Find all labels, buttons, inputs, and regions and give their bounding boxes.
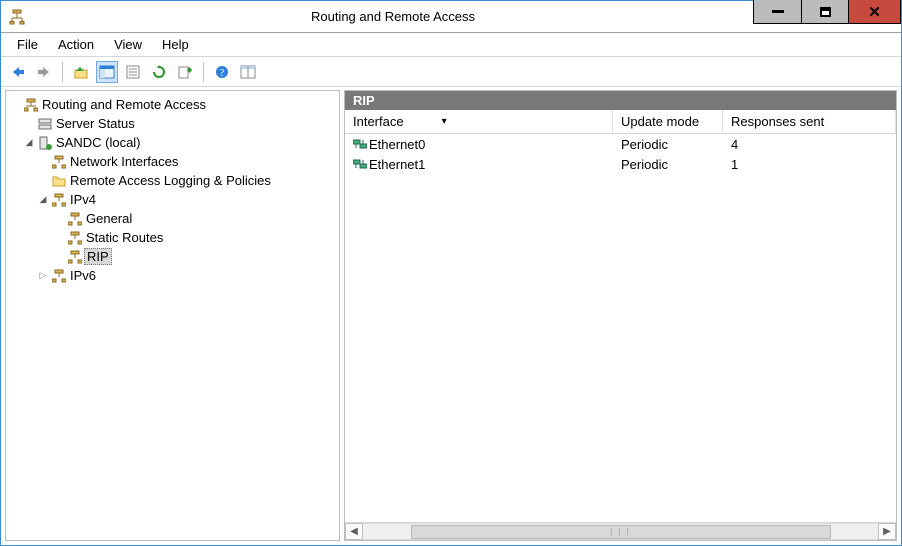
tree-remote-access-logging[interactable]: Remote Access Logging & Policies xyxy=(8,171,337,190)
table-row[interactable]: Ethernet0 Periodic4 xyxy=(345,134,896,154)
tree-label: IPv6 xyxy=(68,268,98,283)
rras-icon xyxy=(66,212,84,226)
tree-label: IPv4 xyxy=(68,192,98,207)
header-update-mode[interactable]: Update mode xyxy=(613,110,723,133)
list-view: Interface Update mode Responses sent Eth… xyxy=(345,110,896,540)
server-status-icon xyxy=(36,117,54,131)
up-one-level-button[interactable] xyxy=(70,61,92,83)
help-button[interactable]: ? xyxy=(211,61,233,83)
toolbar-separator xyxy=(203,62,204,82)
cell-update-mode: Periodic xyxy=(613,157,723,172)
tree-root[interactable]: Routing and Remote Access xyxy=(8,95,337,114)
panel-title: RIP xyxy=(345,91,896,110)
refresh-button[interactable] xyxy=(148,61,170,83)
header-label: Update mode xyxy=(621,114,699,129)
rras-icon xyxy=(50,155,68,169)
scroll-thumb[interactable]: | | | xyxy=(411,525,831,539)
rras-icon xyxy=(50,269,68,283)
header-label: Interface xyxy=(353,114,404,129)
table-row[interactable]: Ethernet1 Periodic1 xyxy=(345,154,896,174)
navigation-tree[interactable]: Routing and Remote Access Server Status … xyxy=(5,90,340,541)
folder-icon xyxy=(50,175,68,187)
tree-label: Static Routes xyxy=(84,230,165,245)
tree-label: Remote Access Logging & Policies xyxy=(68,173,273,188)
tree-static-routes[interactable]: Static Routes xyxy=(8,228,337,247)
forward-button[interactable] xyxy=(33,61,55,83)
maximize-button[interactable] xyxy=(801,0,849,24)
tree-server-status[interactable]: Server Status xyxy=(8,114,337,133)
expand-icon[interactable]: ▷ xyxy=(36,271,50,280)
cell-update-mode: Periodic xyxy=(613,137,723,152)
column-headers: Interface Update mode Responses sent xyxy=(345,110,896,134)
tree-server[interactable]: ◢ SANDC (local) xyxy=(8,133,337,152)
view-details-button[interactable] xyxy=(237,61,259,83)
interface-name: Ethernet1 xyxy=(369,157,425,172)
toolbar: ? xyxy=(1,57,901,87)
content-area: Routing and Remote Access Server Status … xyxy=(1,87,901,545)
rras-icon xyxy=(66,250,84,264)
show-hide-tree-button[interactable] xyxy=(96,61,118,83)
header-label: Responses sent xyxy=(731,114,824,129)
cell-responses-sent: 1 xyxy=(723,157,896,172)
titlebar: Routing and Remote Access ✕ xyxy=(1,1,901,33)
window-frame: Routing and Remote Access ✕ File Action … xyxy=(0,0,902,546)
details-panel: RIP Interface Update mode Responses sent… xyxy=(344,90,897,541)
tree-label: Routing and Remote Access xyxy=(40,97,208,112)
nic-icon xyxy=(353,158,367,170)
window-title: Routing and Remote Access xyxy=(33,9,753,24)
header-responses-sent[interactable]: Responses sent xyxy=(723,110,896,133)
scroll-right-button[interactable]: ▶ xyxy=(878,523,896,540)
menu-help[interactable]: Help xyxy=(154,35,197,54)
tree-rip[interactable]: RIP xyxy=(8,247,337,266)
horizontal-scrollbar[interactable]: ◀ | | | ▶ xyxy=(345,522,896,540)
rras-icon xyxy=(66,231,84,245)
header-interface[interactable]: Interface xyxy=(345,110,613,133)
rras-icon xyxy=(22,98,40,112)
menu-file[interactable]: File xyxy=(9,35,46,54)
nic-icon xyxy=(353,138,367,150)
server-icon xyxy=(36,136,54,150)
tree-label: General xyxy=(84,211,134,226)
menu-action[interactable]: Action xyxy=(50,35,102,54)
list-rows[interactable]: Ethernet0 Periodic4 Ethernet1 Periodic1 xyxy=(345,134,896,522)
tree-ipv4[interactable]: ◢ IPv4 xyxy=(8,190,337,209)
menu-bar: File Action View Help xyxy=(1,33,901,57)
interface-name: Ethernet0 xyxy=(369,137,425,152)
close-button[interactable]: ✕ xyxy=(849,0,901,24)
export-list-button[interactable] xyxy=(174,61,196,83)
tree-label: Network Interfaces xyxy=(68,154,180,169)
cell-responses-sent: 4 xyxy=(723,137,896,152)
tree-network-interfaces[interactable]: Network Interfaces xyxy=(8,152,337,171)
app-icon xyxy=(7,7,27,27)
collapse-icon[interactable]: ◢ xyxy=(22,138,36,147)
scroll-left-button[interactable]: ◀ xyxy=(345,523,363,540)
cell-interface: Ethernet1 xyxy=(345,157,613,172)
rras-icon xyxy=(50,193,68,207)
tree-ipv6[interactable]: ▷ IPv6 xyxy=(8,266,337,285)
collapse-icon[interactable]: ◢ xyxy=(36,195,50,204)
back-button[interactable] xyxy=(7,61,29,83)
cell-interface: Ethernet0 xyxy=(345,137,613,152)
tree-general[interactable]: General xyxy=(8,209,337,228)
toolbar-separator xyxy=(62,62,63,82)
svg-text:?: ? xyxy=(220,68,225,79)
properties-button[interactable] xyxy=(122,61,144,83)
tree-label: RIP xyxy=(84,248,112,265)
tree-label: SANDC (local) xyxy=(54,135,143,150)
minimize-button[interactable] xyxy=(753,0,801,24)
menu-view[interactable]: View xyxy=(106,35,150,54)
scroll-track[interactable]: | | | xyxy=(363,523,878,540)
window-controls: ✕ xyxy=(753,1,901,32)
tree-label: Server Status xyxy=(54,116,137,131)
